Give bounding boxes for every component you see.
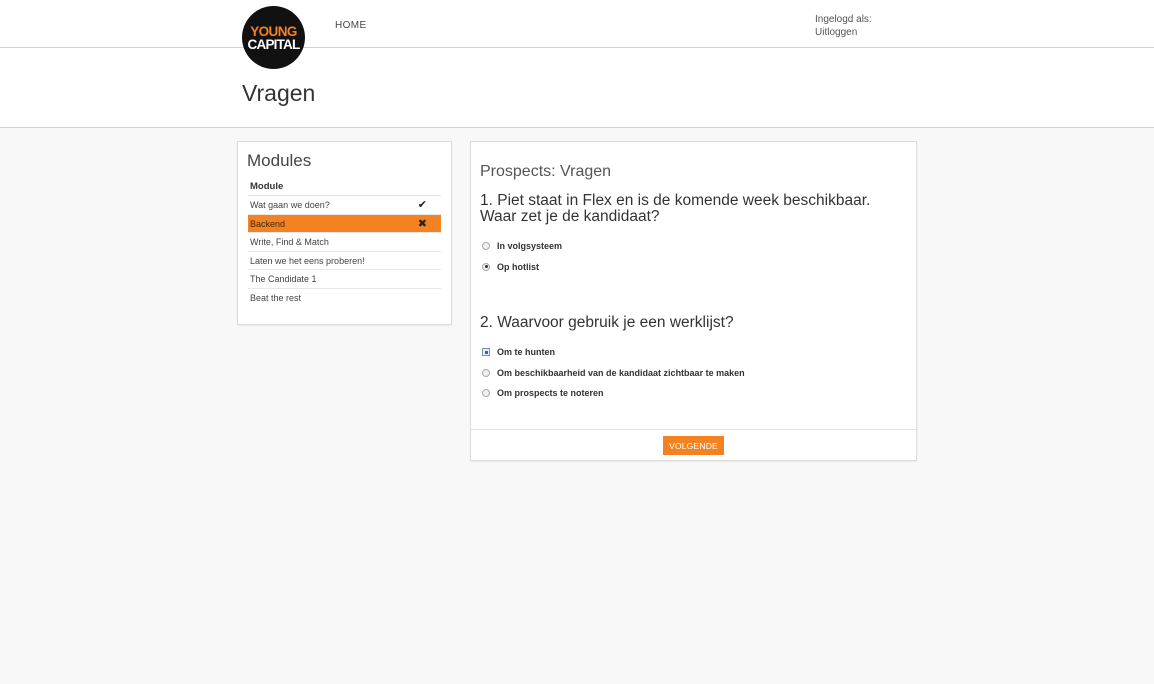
module-item-label: The Candidate 1 [250,274,317,284]
module-item-write-find-match[interactable]: Write, Find & Match [248,233,441,252]
radio-button-selected[interactable] [482,262,490,271]
modules-column-header: Module [248,175,441,196]
nav-home-link[interactable]: HOME [335,20,367,31]
logout-link[interactable]: Uitloggen [815,26,872,39]
page-header: Vragen [0,48,1154,128]
page-title: Vragen [242,80,316,106]
user-box: Ingelogd als: Uitloggen [815,13,872,39]
modules-table: Module Wat gaan we doen? ✔ Backend ✖ Wri… [248,175,441,307]
checkbox-checked[interactable] [482,348,490,357]
question-2-options: Om te hunten Om beschikbaarheid van de k… [482,342,916,404]
modules-title: Modules [247,151,312,170]
question-1-options: In volgsysteem Op hotlist [482,236,916,277]
logo-text-young: YOUNG [250,23,297,39]
check-icon: ✔ [417,199,427,211]
module-item-label: Laten we het eens proberen! [250,255,365,266]
option-om-beschikbaarheid[interactable]: Om beschikbaarheid van de kandidaat zich… [482,363,916,384]
young-capital-logo[interactable]: YOUNG CAPITAL [242,6,305,69]
top-navigation-bar: HOME Ingelogd als: Uitloggen [0,0,1154,48]
option-label: Om beschikbaarheid van de kandidaat zich… [497,367,745,378]
option-label: In volgsysteem [497,241,563,252]
radio-button[interactable] [482,242,490,251]
logo-text-capital: CAPITAL [247,36,301,52]
quiz-footer: VOLGENDE [471,429,916,460]
cross-icon: ✖ [417,217,427,230]
option-label: Om te hunten [497,347,555,358]
module-item-label: Backend [250,218,286,229]
next-button[interactable]: VOLGENDE [663,436,724,455]
question-1-text: 1. Piet staat in Flex en is de komende w… [480,192,871,225]
radio-button[interactable] [482,368,490,377]
modules-panel: Modules Module Wat gaan we doen? ✔ Backe… [237,141,452,325]
question-2-text: 2. Waarvoor gebruik je een werklijst? [480,314,734,331]
quiz-panel: Prospects: Vragen 1. Piet staat in Flex … [470,141,917,461]
quiz-title: Prospects: Vragen [480,163,612,180]
module-item-label: Beat the rest [250,292,302,303]
module-item-laten-we-het-eens-proberen[interactable]: Laten we het eens proberen! [248,252,441,270]
module-item-beat-the-rest[interactable]: Beat the rest [248,289,441,308]
option-label: Op hotlist [497,261,539,272]
module-item-label: Write, Find & Match [250,237,329,247]
option-om-prospects-te-noteren[interactable]: Om prospects te noteren [482,383,916,404]
module-item-the-candidate-1[interactable]: The Candidate 1 [248,270,441,289]
module-item-backend[interactable]: Backend ✖ [248,214,441,233]
option-op-hotlist[interactable]: Op hotlist [482,257,916,278]
radio-button[interactable] [482,389,490,398]
option-om-te-hunten[interactable]: Om te hunten [482,342,916,363]
option-in-volgsysteem[interactable]: In volgsysteem [482,236,916,257]
module-item-wat-gaan-we-doen[interactable]: Wat gaan we doen? ✔ [248,196,441,215]
logged-in-label: Ingelogd als: [815,14,872,25]
module-item-label: Wat gaan we doen? [250,200,330,210]
option-label: Om prospects te noteren [497,388,604,399]
